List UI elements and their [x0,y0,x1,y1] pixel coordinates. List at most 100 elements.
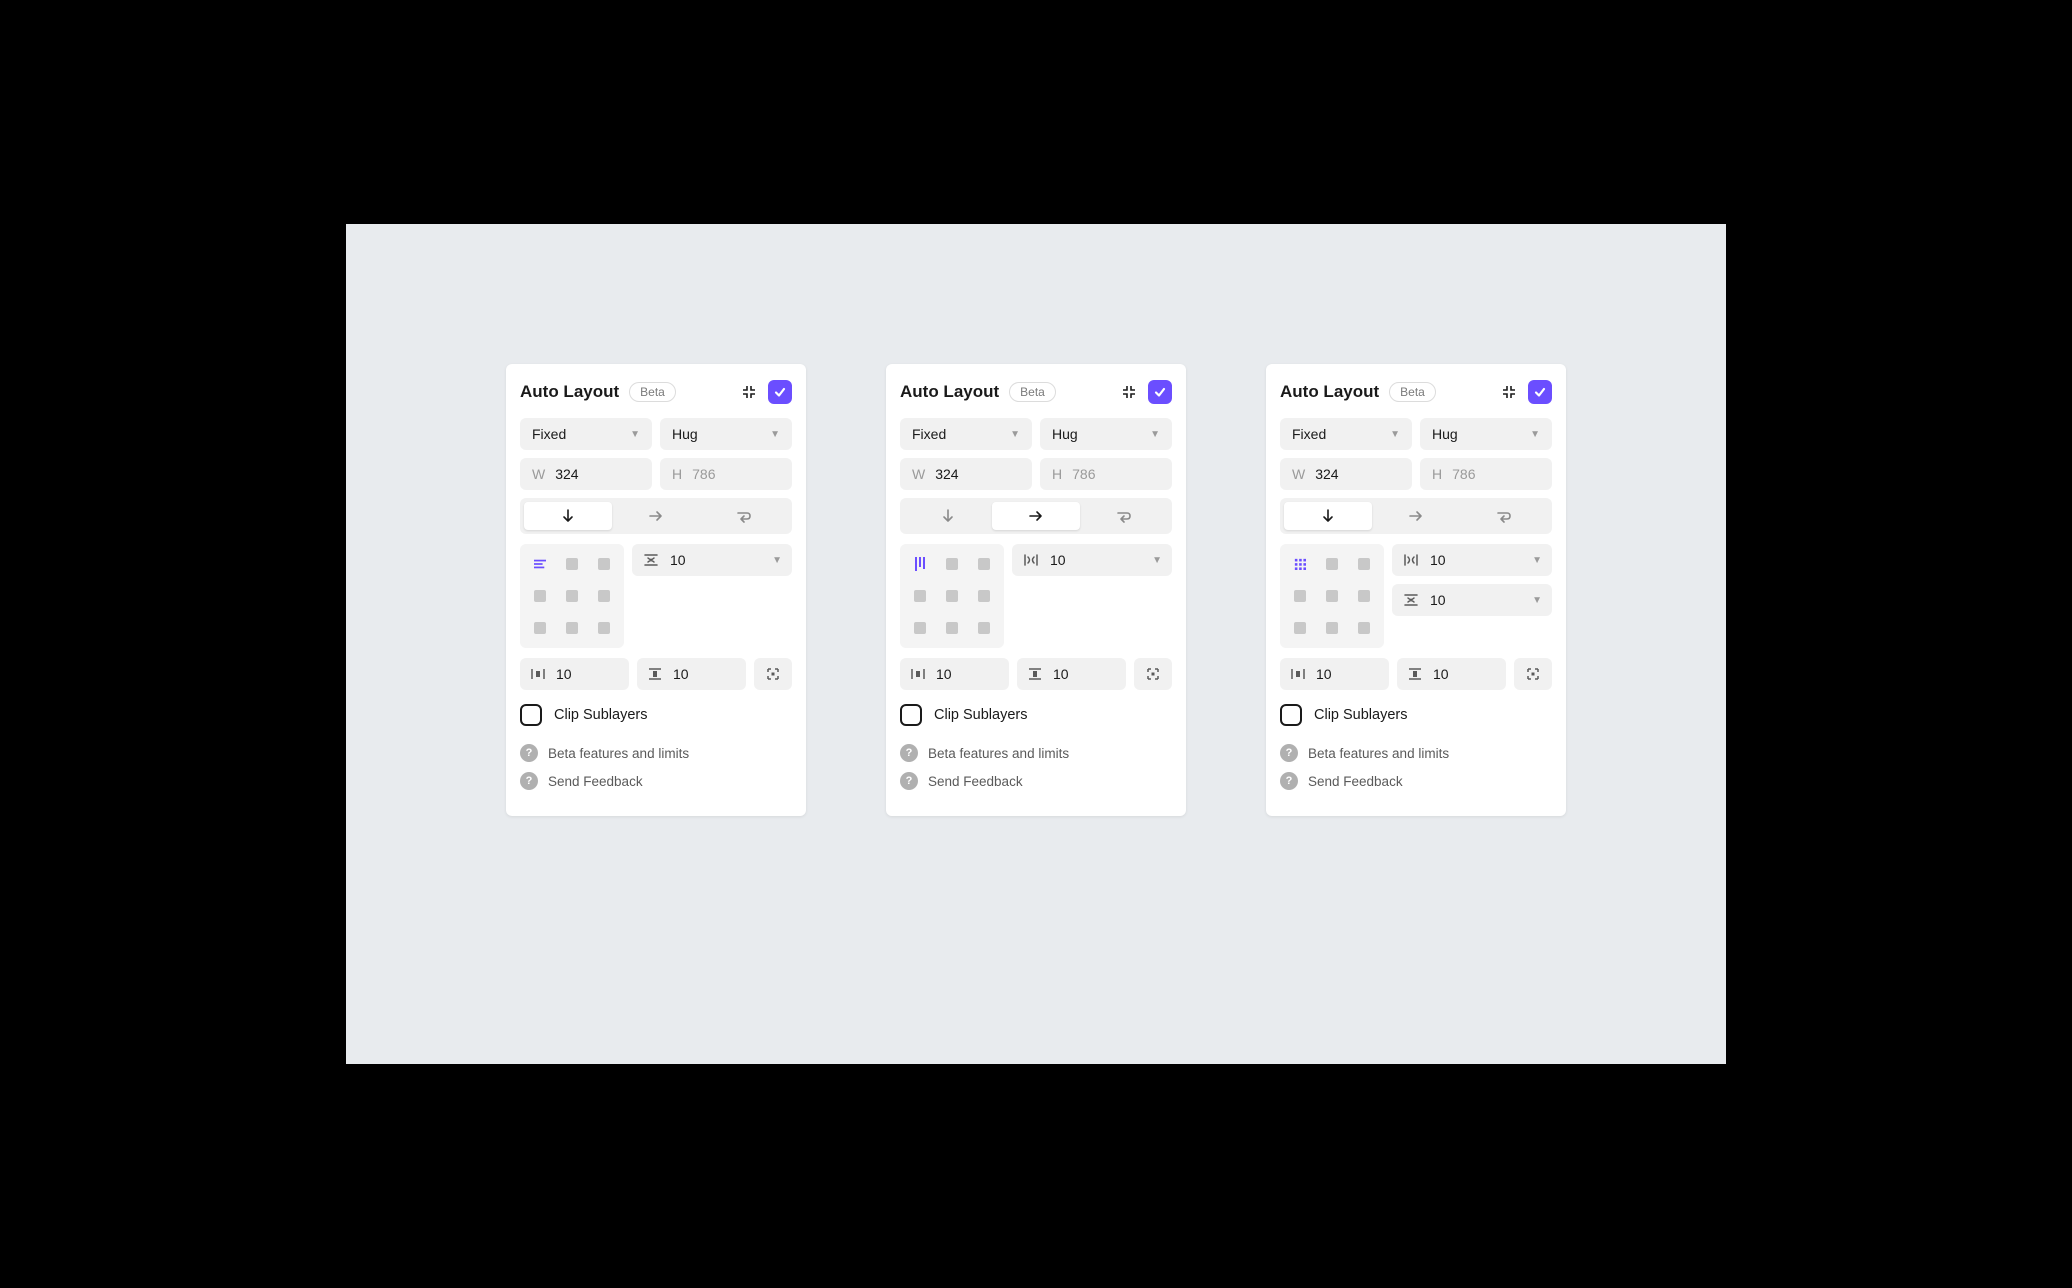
checkbox-icon [520,704,542,726]
height-value: 786 [692,466,715,482]
height-sizing-select[interactable]: Hug ▼ [1420,418,1552,450]
send-feedback-link[interactable]: ? Send Feedback [900,772,1172,790]
clip-sublayers-checkbox[interactable]: Clip Sublayers [900,704,1172,726]
send-feedback-link[interactable]: ? Send Feedback [1280,772,1552,790]
chevron-down-icon: ▼ [772,555,782,566]
panel-header: Auto Layout Beta [900,380,1172,404]
alignment-grid[interactable] [1280,544,1384,648]
direction-right-button[interactable] [992,502,1080,530]
align-cell[interactable] [1294,622,1306,634]
align-top-left-active[interactable] [1294,558,1306,570]
panel-title: Auto Layout [1280,382,1379,402]
gap-vertical-field[interactable]: 10 ▼ [632,544,792,576]
align-cell[interactable] [534,590,546,602]
padding-vertical-field[interactable]: 10 [1397,658,1506,690]
align-cell[interactable] [1358,558,1370,570]
padding-expand-button[interactable] [754,658,792,690]
padding-vertical-field[interactable]: 10 [1017,658,1126,690]
alignment-grid[interactable] [520,544,624,648]
align-cell[interactable] [914,590,926,602]
padding-horizontal-field[interactable]: 10 [520,658,629,690]
height-sizing-select[interactable]: Hug ▼ [660,418,792,450]
chevron-down-icon: ▼ [770,429,780,440]
align-cell[interactable] [1326,590,1338,602]
direction-group [520,498,792,534]
padding-expand-button[interactable] [1134,658,1172,690]
padding-horizontal-field[interactable]: 10 [1280,658,1389,690]
padding-horizontal-field[interactable]: 10 [900,658,1009,690]
clip-sublayers-checkbox[interactable]: Clip Sublayers [1280,704,1552,726]
gap-vertical-icon [1402,592,1420,608]
collapse-icon[interactable] [1500,383,1518,401]
auto-layout-toggle[interactable] [1528,380,1552,404]
beta-badge: Beta [1009,382,1056,402]
align-cell[interactable] [598,622,610,634]
align-cell[interactable] [566,622,578,634]
width-field[interactable]: W 324 [1280,458,1412,490]
gap-horizontal-field[interactable]: 10 ▼ [1392,544,1552,576]
align-cell[interactable] [946,558,958,570]
direction-down-button[interactable] [524,502,612,530]
padding-vertical-field[interactable]: 10 [637,658,746,690]
direction-right-button[interactable] [612,502,700,530]
gap-value: 10 [1430,592,1522,608]
align-cell[interactable] [978,558,990,570]
align-cell[interactable] [946,622,958,634]
alignment-grid[interactable] [900,544,1004,648]
align-cell[interactable] [534,622,546,634]
height-field[interactable]: H 786 [1420,458,1552,490]
align-cell[interactable] [1326,622,1338,634]
align-cell[interactable] [978,590,990,602]
align-cell[interactable] [978,622,990,634]
height-field[interactable]: H 786 [1040,458,1172,490]
align-cell[interactable] [566,558,578,570]
direction-right-button[interactable] [1372,502,1460,530]
align-cell[interactable] [566,590,578,602]
beta-features-link[interactable]: ? Beta features and limits [1280,744,1552,762]
width-label: W [1292,466,1305,482]
padding-h-value: 10 [936,666,952,682]
help-icon: ? [900,772,918,790]
chevron-down-icon: ▼ [1010,429,1020,440]
width-field[interactable]: W 324 [520,458,652,490]
align-cell[interactable] [914,622,926,634]
width-sizing-select[interactable]: Fixed ▼ [520,418,652,450]
help-label: Beta features and limits [928,746,1069,761]
gap-horizontal-field[interactable]: 10 ▼ [1012,544,1172,576]
align-cell[interactable] [598,590,610,602]
align-cell[interactable] [598,558,610,570]
collapse-icon[interactable] [740,383,758,401]
clip-sublayers-checkbox[interactable]: Clip Sublayers [520,704,792,726]
width-field[interactable]: W 324 [900,458,1032,490]
height-sizing-select[interactable]: Hug ▼ [1040,418,1172,450]
direction-wrap-button[interactable] [1460,502,1548,530]
width-sizing-select[interactable]: Fixed ▼ [1280,418,1412,450]
auto-layout-panel: Auto Layout Beta Fixed ▼ Hug ▼ W 324 [886,364,1186,816]
padding-expand-button[interactable] [1514,658,1552,690]
height-value: 786 [1072,466,1095,482]
width-sizing-value: Fixed [532,426,566,442]
gap-vertical-field[interactable]: 10 ▼ [1392,584,1552,616]
width-sizing-select[interactable]: Fixed ▼ [900,418,1032,450]
align-cell[interactable] [1358,590,1370,602]
collapse-icon[interactable] [1120,383,1138,401]
send-feedback-link[interactable]: ? Send Feedback [520,772,792,790]
align-cell[interactable] [1326,558,1338,570]
panel-header: Auto Layout Beta [520,380,792,404]
auto-layout-toggle[interactable] [768,380,792,404]
height-field[interactable]: H 786 [660,458,792,490]
align-cell[interactable] [1294,590,1306,602]
direction-down-button[interactable] [1284,502,1372,530]
panel-header: Auto Layout Beta [1280,380,1552,404]
align-cell[interactable] [1358,622,1370,634]
align-cell[interactable] [946,590,958,602]
direction-wrap-button[interactable] [700,502,788,530]
direction-down-button[interactable] [904,502,992,530]
auto-layout-toggle[interactable] [1148,380,1172,404]
height-label: H [672,466,682,482]
beta-features-link[interactable]: ? Beta features and limits [520,744,792,762]
align-top-left-active[interactable] [914,558,926,570]
beta-features-link[interactable]: ? Beta features and limits [900,744,1172,762]
align-top-left-active[interactable] [534,558,546,570]
direction-wrap-button[interactable] [1080,502,1168,530]
